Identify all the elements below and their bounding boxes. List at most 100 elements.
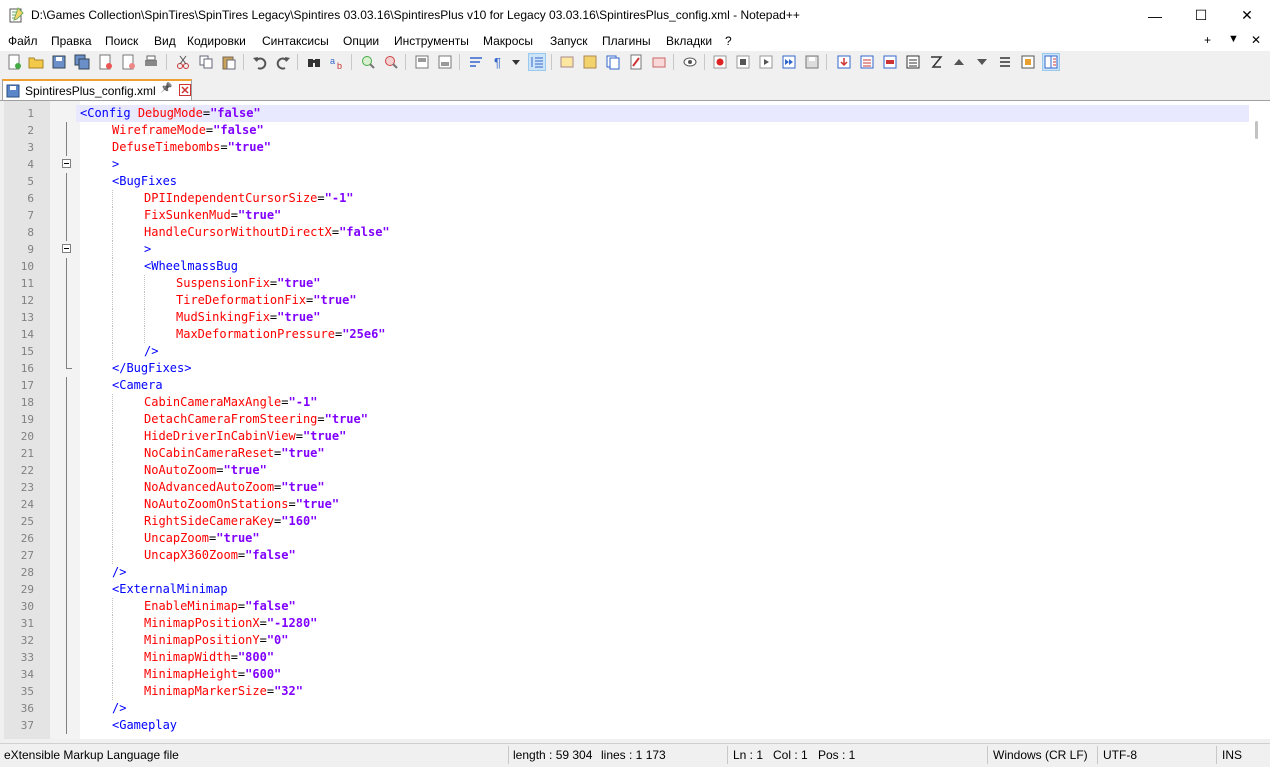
find-icon[interactable]: [305, 53, 323, 71]
code-area[interactable]: FixSunkenMud="true": [76, 207, 1250, 224]
code-area[interactable]: <Config DebugMode="false": [76, 105, 1250, 122]
run-macro-multiple-icon[interactable]: [780, 53, 798, 71]
code-line[interactable]: 34 MinimapHeight="600": [4, 666, 1250, 683]
scrollbar-thumb[interactable]: [1255, 121, 1258, 139]
word-wrap-icon[interactable]: [467, 53, 485, 71]
menu-encoding[interactable]: Кодировки: [187, 34, 246, 48]
close-all-icon[interactable]: [119, 53, 137, 71]
folder-workspace-icon[interactable]: [604, 53, 622, 71]
monitoring-icon[interactable]: [650, 53, 668, 71]
code-line[interactable]: 9 >: [4, 241, 1250, 258]
plugin-3-icon[interactable]: [881, 53, 899, 71]
code-area[interactable]: />: [76, 700, 1250, 717]
plugin-5-icon[interactable]: [927, 53, 945, 71]
plugin-6-icon[interactable]: [996, 53, 1014, 71]
new-file-icon[interactable]: [5, 53, 23, 71]
menu-macro[interactable]: Макросы: [483, 34, 533, 48]
code-area[interactable]: DetachCameraFromSteering="true": [76, 411, 1250, 428]
paste-icon[interactable]: [220, 53, 238, 71]
code-area[interactable]: MaxDeformationPressure="25e6": [76, 326, 1250, 343]
tab-list-button[interactable]: ▼: [1228, 33, 1239, 45]
code-line[interactable]: 18 CabinCameraMaxAngle="-1": [4, 394, 1250, 411]
code-line[interactable]: 26 UncapZoom="true": [4, 530, 1250, 547]
code-area[interactable]: NoAdvancedAutoZoom="true": [76, 479, 1250, 496]
code-area[interactable]: <BugFixes: [76, 173, 1250, 190]
code-line[interactable]: 16 </BugFixes>: [4, 360, 1250, 377]
code-area[interactable]: MinimapPositionY="0": [76, 632, 1250, 649]
menu-edit[interactable]: Правка: [51, 34, 92, 48]
print-icon[interactable]: [142, 53, 160, 71]
close-file-icon[interactable]: [96, 53, 114, 71]
code-line[interactable]: 17 <Camera: [4, 377, 1250, 394]
code-area[interactable]: <Gameplay: [76, 717, 1250, 734]
editor-area[interactable]: 1 <Config DebugMode="false" 2 WireframeMode…: [0, 101, 1270, 739]
dropdown-arrow-icon[interactable]: [510, 53, 522, 71]
code-line[interactable]: 24 NoAutoZoomOnStations="true": [4, 496, 1250, 513]
code-line[interactable]: 12 TireDeformationFix="true": [4, 292, 1250, 309]
code-area[interactable]: UncapZoom="true": [76, 530, 1250, 547]
code-line[interactable]: 11 SuspensionFix="true": [4, 275, 1250, 292]
sync-vertical-icon[interactable]: [413, 53, 431, 71]
zoom-out-icon[interactable]: [382, 53, 400, 71]
code-area[interactable]: NoCabinCameraReset="true": [76, 445, 1250, 462]
function-list-icon[interactable]: [581, 53, 599, 71]
code-area[interactable]: HideDriverInCabinView="true": [76, 428, 1250, 445]
code-area[interactable]: DPIIndependentCursorSize="-1": [76, 190, 1250, 207]
code-area[interactable]: MinimapHeight="600": [76, 666, 1250, 683]
show-all-chars-icon[interactable]: ¶: [490, 53, 508, 71]
menu-tools[interactable]: Инструменты: [394, 34, 469, 48]
code-area[interactable]: UncapX360Zoom="false": [76, 547, 1250, 564]
close-document-button[interactable]: ✕: [1251, 33, 1261, 47]
code-line[interactable]: 27 UncapX360Zoom="false": [4, 547, 1250, 564]
code-area[interactable]: HandleCursorWithoutDirectX="false": [76, 224, 1250, 241]
code-area[interactable]: RightSideCameraKey="160": [76, 513, 1250, 530]
code-area[interactable]: WireframeMode="false": [76, 122, 1250, 139]
code-area[interactable]: />: [76, 564, 1250, 581]
code-area[interactable]: DefuseTimebombs="true": [76, 139, 1250, 156]
code-line[interactable]: 21 NoCabinCameraReset="true": [4, 445, 1250, 462]
code-line[interactable]: 14 MaxDeformationPressure="25e6": [4, 326, 1250, 343]
code-line[interactable]: 35 MinimapMarkerSize="32": [4, 683, 1250, 700]
maximize-button[interactable]: ☐: [1178, 0, 1224, 31]
code-line[interactable]: 30 EnableMinimap="false": [4, 598, 1250, 615]
code-area[interactable]: MinimapPositionX="-1280": [76, 615, 1250, 632]
stop-macro-icon[interactable]: [734, 53, 752, 71]
fold-toggle-icon[interactable]: [62, 244, 71, 253]
code-line[interactable]: 6 DPIIndependentCursorSize="-1": [4, 190, 1250, 207]
code-line[interactable]: 2 WireframeMode="false": [4, 122, 1250, 139]
sync-horizontal-icon[interactable]: [436, 53, 454, 71]
move-down-icon[interactable]: [973, 53, 991, 71]
code-line[interactable]: 31 MinimapPositionX="-1280": [4, 615, 1250, 632]
code-area[interactable]: SuspensionFix="true": [76, 275, 1250, 292]
save-macro-icon[interactable]: [803, 53, 821, 71]
code-area[interactable]: CabinCameraMaxAngle="-1": [76, 394, 1250, 411]
code-line[interactable]: 32 MinimapPositionY="0": [4, 632, 1250, 649]
code-area[interactable]: >: [76, 156, 1250, 173]
menu-window[interactable]: Вкладки: [666, 34, 712, 48]
menu-view[interactable]: Вид: [154, 34, 176, 48]
code-area[interactable]: TireDeformationFix="true": [76, 292, 1250, 309]
save-all-icon[interactable]: [73, 53, 91, 71]
code-line[interactable]: 15 />: [4, 343, 1250, 360]
close-window-button[interactable]: ✕: [1224, 0, 1270, 31]
code-area[interactable]: EnableMinimap="false": [76, 598, 1250, 615]
code-area[interactable]: <Camera: [76, 377, 1250, 394]
code-line[interactable]: 29 <ExternalMinimap: [4, 581, 1250, 598]
copy-icon[interactable]: [197, 53, 215, 71]
code-line[interactable]: 37 <Gameplay: [4, 717, 1250, 734]
menu-run[interactable]: Запуск: [550, 34, 588, 48]
code-line[interactable]: 19 DetachCameraFromSteering="true": [4, 411, 1250, 428]
plugin-2-icon[interactable]: [858, 53, 876, 71]
open-file-icon[interactable]: [27, 53, 45, 71]
undo-icon[interactable]: [251, 53, 269, 71]
add-tab-button[interactable]: +: [1204, 33, 1211, 47]
record-macro-icon[interactable]: [711, 53, 729, 71]
code-line[interactable]: 28 />: [4, 564, 1250, 581]
vertical-scrollbar[interactable]: [1249, 101, 1266, 739]
code-line[interactable]: 25 RightSideCameraKey="160": [4, 513, 1250, 530]
code-area[interactable]: <ExternalMinimap: [76, 581, 1250, 598]
plugin-7-icon[interactable]: [1019, 53, 1037, 71]
code-area[interactable]: MudSinkingFix="true": [76, 309, 1250, 326]
zoom-in-icon[interactable]: [359, 53, 377, 71]
edit-doc-icon[interactable]: [627, 53, 645, 71]
